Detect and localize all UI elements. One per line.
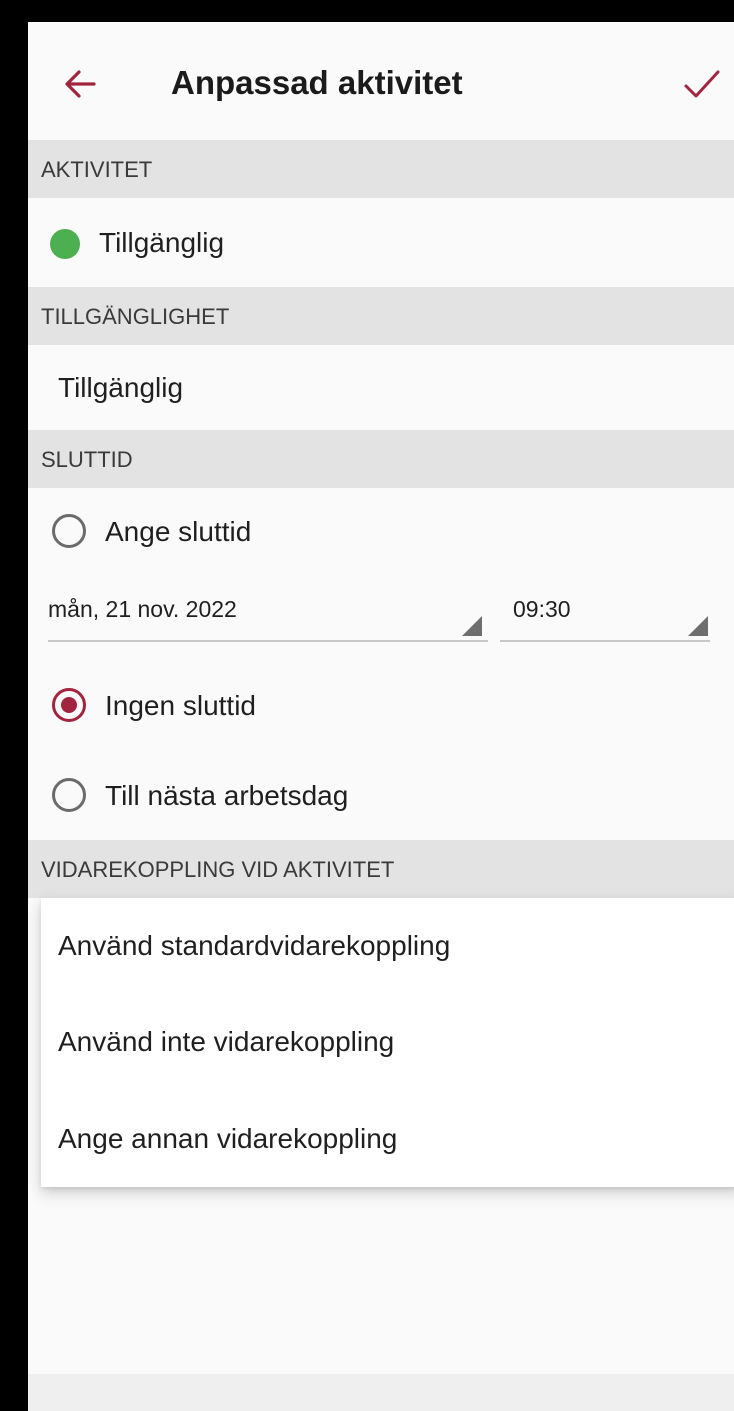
save-button[interactable] — [682, 66, 722, 102]
radio-label-set-end-time: Ange sluttid — [105, 516, 252, 547]
app-bar: Anpassad aktivitet — [28, 22, 734, 140]
time-underline — [500, 640, 710, 642]
section-header-availability: TILLGÄNGLIGHET — [28, 287, 734, 345]
status-dot — [50, 229, 80, 259]
checkmark-icon — [684, 70, 720, 98]
radio-outer-ring — [52, 778, 86, 812]
menu-item-standard-forwarding[interactable]: Använd standardvidarekoppling — [41, 898, 734, 994]
date-picker[interactable]: mån, 21 nov. 2022 — [48, 592, 488, 642]
dropdown-triangle-icon — [688, 616, 708, 636]
radio-selected-dot — [61, 697, 77, 713]
page-title: Anpassad aktivitet — [171, 64, 463, 101]
date-value: mån, 21 nov. 2022 — [48, 596, 237, 622]
date-underline — [48, 640, 488, 642]
arrow-back-icon — [65, 70, 96, 98]
radio-set-end-time[interactable] — [52, 514, 86, 548]
system-navigation-bar — [28, 1374, 734, 1411]
activity-value: Tillgänglig — [99, 227, 225, 258]
menu-item-no-forwarding[interactable]: Använd inte vidarekoppling — [41, 994, 734, 1090]
radio-no-end-time[interactable] — [52, 688, 86, 722]
back-button[interactable] — [62, 66, 98, 102]
availability-value: Tillgänglig — [58, 372, 184, 403]
time-picker[interactable]: 09:30 — [500, 592, 710, 642]
menu-item-label: Använd inte vidarekoppling — [58, 1026, 395, 1057]
radio-label-no-end-time: Ingen sluttid — [105, 690, 256, 721]
section-header-forwarding: VIDAREKOPPLING VID AKTIVITET — [28, 840, 734, 898]
dropdown-triangle-icon — [462, 616, 482, 636]
radio-outer-ring — [52, 514, 86, 548]
forwarding-dropdown-menu: Använd standardvidarekoppling Använd int… — [41, 898, 734, 1187]
radio-next-workday[interactable] — [52, 778, 86, 812]
menu-item-other-forwarding[interactable]: Ange annan vidarekoppling — [41, 1091, 734, 1187]
time-value: 09:30 — [513, 596, 571, 622]
menu-item-label: Ange annan vidarekoppling — [58, 1123, 398, 1154]
menu-item-label: Använd standardvidarekoppling — [58, 930, 451, 961]
app-screen: Anpassad aktivitet AKTIVITET Tillgänglig… — [28, 22, 734, 1411]
section-header-end-time: SLUTTID — [28, 430, 734, 488]
radio-label-next-workday: Till nästa arbetsdag — [105, 780, 349, 811]
section-header-activity: AKTIVITET — [28, 140, 734, 198]
